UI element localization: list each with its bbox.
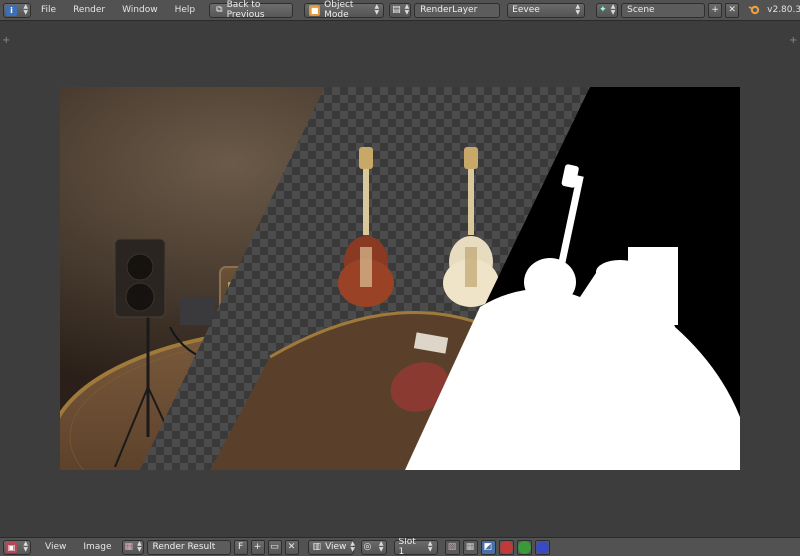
image-name-field[interactable]: Render Result — [146, 539, 231, 555]
updown-arrows-icon: ▲ ▼ — [427, 540, 433, 553]
image-editor-header: ▣ ▲ ▼ View Image ▦ ▲ ▼ Render Result F + ▭… — [0, 537, 800, 556]
scene-name-field[interactable]: Scene — [621, 2, 706, 18]
updown-arrows-icon: ▲ ▼ — [137, 540, 142, 553]
folder-icon: ▭ — [270, 542, 279, 552]
render-layer-field[interactable]: RenderLayer — [414, 2, 501, 18]
updown-arrows-icon: ▲ ▼ — [575, 3, 581, 16]
red-channel-icon — [499, 540, 513, 554]
menu-file[interactable]: File — [34, 3, 63, 18]
updown-arrows-icon: ▲ ▼ — [23, 3, 28, 16]
menu-render[interactable]: Render — [66, 3, 112, 18]
menu-view[interactable]: View — [38, 540, 73, 555]
plus-icon: + — [253, 542, 262, 552]
editor-type-selector[interactable]: ▣ ▲ ▼ — [3, 539, 31, 555]
view-mode-select[interactable]: ▥ View ▲ ▼ — [307, 539, 356, 555]
view-mode-label: View — [325, 542, 347, 552]
green-channel-icon — [517, 540, 531, 554]
area-split-plus-icon[interactable]: + — [789, 35, 797, 46]
menu-help[interactable]: Help — [168, 3, 203, 18]
menu-window[interactable]: Window — [115, 3, 165, 18]
updown-arrows-icon: ▲ ▼ — [23, 540, 28, 553]
view-icon: ▥ — [312, 542, 322, 552]
object-cube-icon: ■ — [309, 4, 321, 16]
back-to-previous-button[interactable]: ⧉ Back to Previous — [209, 0, 294, 20]
status-info: v2.80.3 | Verts:115, — [767, 5, 800, 15]
add-scene-button[interactable]: + — [708, 2, 723, 18]
fake-user-button[interactable]: F — [233, 539, 248, 555]
scene-icon: ✦ — [599, 5, 607, 15]
render-layer-browse[interactable]: ▤ ▲ ▼ — [389, 2, 412, 18]
render-layers-icon: ▤ — [392, 5, 401, 15]
render-engine-select[interactable]: Eevee ▲ ▼ — [507, 2, 586, 18]
mode-label: Object Mode — [324, 0, 354, 20]
color-channels-icon: ▨ — [447, 542, 457, 552]
plus-icon: + — [711, 5, 719, 15]
close-icon: ✕ — [728, 5, 736, 15]
scene-browse[interactable]: ✦ ▲ ▼ — [596, 2, 619, 18]
slot-label: Slot 1 — [398, 537, 416, 556]
image-editor-icon: ▣ — [6, 541, 17, 553]
pivot-select[interactable]: ◎ ▲ ▼ — [360, 539, 387, 555]
unlink-image-button[interactable]: ✕ — [284, 539, 299, 555]
updown-arrows-icon: ▲ ▼ — [350, 540, 356, 553]
editor-type-selector[interactable]: i ▲ ▼ — [3, 2, 31, 18]
updown-arrows-icon: ▲ ▼ — [404, 3, 410, 16]
info-icon: i — [6, 4, 17, 16]
channel-green-button[interactable] — [516, 539, 532, 555]
back-to-previous-label: Back to Previous — [226, 0, 265, 20]
channel-blue-button[interactable] — [534, 539, 550, 555]
pivot-icon: ◎ — [363, 542, 372, 552]
image-icon: ▦ — [124, 542, 134, 552]
draw-channel-color-button[interactable]: ▨ — [444, 539, 460, 555]
channel-red-button[interactable] — [498, 539, 514, 555]
updown-arrows-icon: ▲ ▼ — [378, 540, 384, 553]
new-image-button[interactable]: + — [250, 539, 265, 555]
blender-logo-icon — [748, 3, 760, 18]
open-image-button[interactable]: ▭ — [267, 539, 282, 555]
blue-channel-icon — [535, 540, 549, 554]
checker-icon: ▦ — [465, 542, 475, 552]
render-image-svg — [60, 87, 740, 470]
area-split-plus-icon[interactable]: + — [2, 35, 10, 46]
screen-back-icon: ⧉ — [216, 5, 223, 15]
info-header: i ▲ ▼ File Render Window Help ⧉ Back to P… — [0, 0, 800, 21]
alpha-icon: ◩ — [483, 542, 493, 552]
updown-arrows-icon: ▲ ▼ — [610, 3, 616, 16]
mode-select[interactable]: ■ Object Mode ▲ ▼ — [304, 0, 385, 20]
draw-channel-z-button[interactable]: ◩ — [480, 539, 496, 555]
draw-channel-alpha-button[interactable]: ▦ — [462, 539, 478, 555]
image-editor-area[interactable]: + + — [0, 21, 800, 537]
render-result-image[interactable] — [60, 87, 740, 470]
close-icon: ✕ — [287, 542, 296, 552]
updown-arrows-icon: ▲ ▼ — [374, 3, 380, 16]
slot-select[interactable]: Slot 1 ▲ ▼ — [393, 537, 438, 556]
delete-scene-button[interactable]: ✕ — [725, 2, 740, 18]
menu-image[interactable]: Image — [76, 540, 118, 555]
render-engine-label: Eevee — [512, 5, 540, 15]
image-browse[interactable]: ▦ ▲ ▼ — [121, 539, 144, 555]
